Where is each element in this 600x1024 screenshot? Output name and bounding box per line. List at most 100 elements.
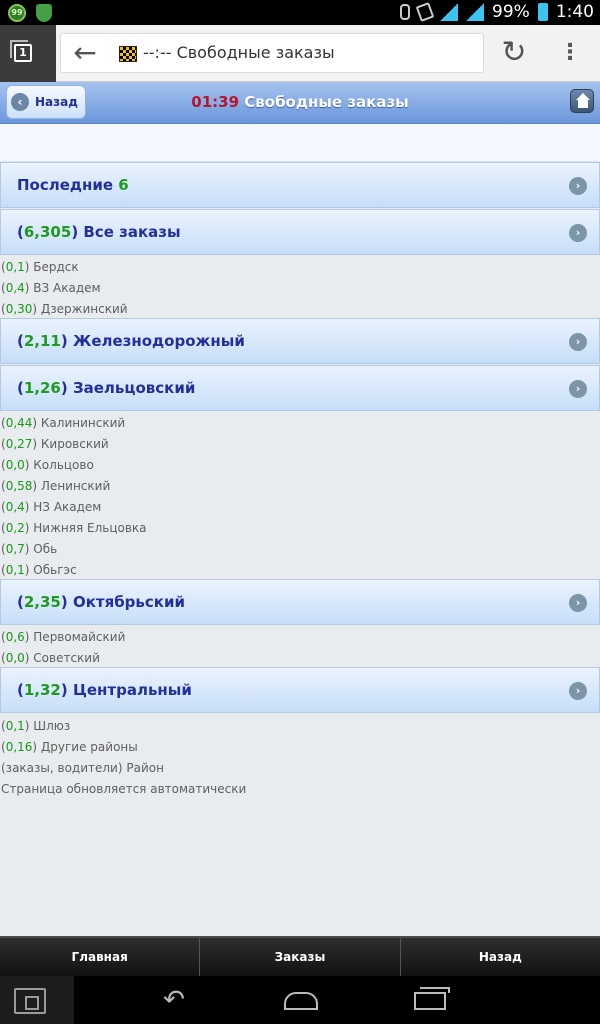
system-back-button[interactable]: ↶ [156, 986, 192, 1014]
district-row[interactable]: (0,1) Обьгэс [0, 560, 600, 581]
tab-switcher-button[interactable]: 1 [0, 25, 56, 82]
row-count: 0,1 [5, 260, 25, 274]
header-title-text: Свободные заказы [244, 93, 409, 111]
home-icon[interactable] [570, 89, 594, 113]
section-zaeltsovsky[interactable]: (1,26) Заельцовский › [0, 365, 600, 411]
section-count: 6 [118, 176, 129, 194]
address-bar[interactable]: ← --:-- Свободные заказы [60, 33, 484, 73]
chevron-right-icon: › [569, 594, 587, 612]
section-title: (2,11) Железнодорожный [1, 332, 245, 350]
row-name: Обьгэс [33, 563, 77, 577]
section-count: 2,11 [23, 332, 61, 350]
chevron-right-icon: › [569, 682, 587, 700]
section-recent[interactable]: Последние 6 › [0, 162, 600, 208]
screenshot-button[interactable] [0, 976, 74, 1024]
battery-icon [537, 3, 548, 21]
row-name: Советский [33, 651, 100, 665]
recent-apps-button[interactable] [414, 987, 450, 1010]
row-count: 0,6 [5, 630, 25, 644]
district-row[interactable]: (0,0) Кольцово [0, 455, 600, 476]
section-title: (1,26) Заельцовский [1, 379, 195, 397]
overflow-menu-button[interactable]: ⋮ [556, 37, 584, 69]
section-all-orders[interactable]: (6,305) Все заказы › [0, 209, 600, 255]
section-count: 6,305 [23, 223, 72, 241]
row-count: 0,7 [5, 542, 25, 556]
row-count: 0,4 [5, 281, 25, 295]
row-count: 0,0 [5, 651, 25, 665]
row-name: Другие районы [40, 740, 138, 754]
section-tsentralny[interactable]: (1,32) Центральный › [0, 667, 600, 713]
legend-note: (заказы, водители) Район [1, 761, 164, 775]
auto-refresh-note: Страница обновляется автоматически [1, 782, 247, 796]
chevron-right-icon: › [569, 177, 587, 195]
row-count: 0,1 [5, 719, 25, 733]
chevron-right-icon: › [569, 333, 587, 351]
status-bar: 99 99% 1:40 [0, 0, 600, 25]
section-count: 1,32 [23, 681, 61, 699]
district-row[interactable]: (0,1) Бердск [0, 257, 600, 278]
row-name: Кольцово [33, 458, 94, 472]
section-title: Последние 6 [1, 176, 129, 194]
section-suffix: ) Заельцовский [60, 379, 196, 397]
row-count: 0,4 [5, 500, 25, 514]
browser-toolbar: 1 ← --:-- Свободные заказы ↻ ⋮ [0, 25, 600, 82]
district-row[interactable]: (0,4) НЗ Академ [0, 497, 600, 518]
row-name: Шлюз [33, 719, 71, 733]
shield-icon [36, 4, 52, 22]
section-suffix: ) Центральный [60, 681, 192, 699]
row-name: Кировский [40, 437, 109, 451]
system-nav-bar: ↶ [0, 976, 600, 1024]
tab-home[interactable]: Главная [0, 938, 201, 976]
district-row[interactable]: (0,4) ВЗ Академ [0, 278, 600, 299]
section-prefix: ( [17, 681, 24, 699]
row-count: 0,44 [5, 416, 33, 430]
row-name: Калининский [40, 416, 126, 430]
chevron-right-icon: › [569, 224, 587, 242]
bluetooth-icon [400, 4, 411, 20]
row-count: 0,16 [5, 740, 33, 754]
tab-back[interactable]: Назад [401, 938, 600, 976]
section-title: (1,32) Центральный [1, 681, 192, 699]
row-name: Обь [33, 542, 58, 556]
section-title: (6,305) Все заказы [1, 223, 181, 241]
row-name: Дзержинский [40, 302, 128, 316]
row-count: 0,0 [5, 458, 25, 472]
section-count: 2,35 [23, 593, 61, 611]
row-count: 0,2 [5, 521, 25, 535]
district-row[interactable]: (0,7) Обь [0, 539, 600, 560]
page-title: 01:39 Свободные заказы [0, 93, 600, 111]
district-row[interactable]: (0,44) Калининский [0, 413, 600, 434]
district-row[interactable]: (0,58) Ленинский [0, 476, 600, 497]
district-row[interactable]: (0,27) Кировский [0, 434, 600, 455]
section-oktyabrsky[interactable]: (2,35) Октябрьский › [0, 579, 600, 625]
row-name: Первомайский [33, 630, 126, 644]
row-name: Ленинский [40, 479, 111, 493]
clock: 1:40 [555, 2, 594, 22]
district-row[interactable]: (0,0) Советский [0, 648, 600, 669]
tab-orders[interactable]: Заказы [200, 938, 401, 976]
section-prefix: Последние [17, 176, 119, 194]
district-row[interactable]: (0,1) Шлюз [0, 716, 600, 737]
section-zheleznodorozhny[interactable]: (2,11) Железнодорожный › [0, 318, 600, 364]
page-header: ‹ Назад 01:39 Свободные заказы [0, 82, 600, 124]
row-name: Бердск [33, 260, 79, 274]
district-row[interactable]: (0,2) Нижняя Ельцовка [0, 518, 600, 539]
district-row[interactable]: (0,30) Дзержинский [0, 299, 600, 320]
system-home-button[interactable] [284, 992, 318, 1010]
row-name: ВЗ Академ [33, 281, 101, 295]
section-count: 1,26 [23, 379, 61, 397]
district-row[interactable]: (0,16) Другие районы [0, 737, 600, 758]
signal-icon [440, 3, 459, 21]
row-count: 0,58 [5, 479, 33, 493]
row-count: 0,1 [5, 563, 25, 577]
header-time: 01:39 [191, 93, 240, 111]
row-count: 0,30 [5, 302, 33, 316]
browser-back-button[interactable]: ← [67, 38, 103, 68]
district-row[interactable]: (0,6) Первомайский [0, 627, 600, 648]
section-prefix: ( [17, 223, 24, 241]
reload-button[interactable]: ↻ [496, 37, 532, 69]
section-suffix: ) Октябрьский [60, 593, 185, 611]
bottom-tab-bar: Главная Заказы Назад [0, 936, 600, 976]
header-spacer [0, 124, 600, 162]
row-name: Нижняя Ельцовка [33, 521, 147, 535]
